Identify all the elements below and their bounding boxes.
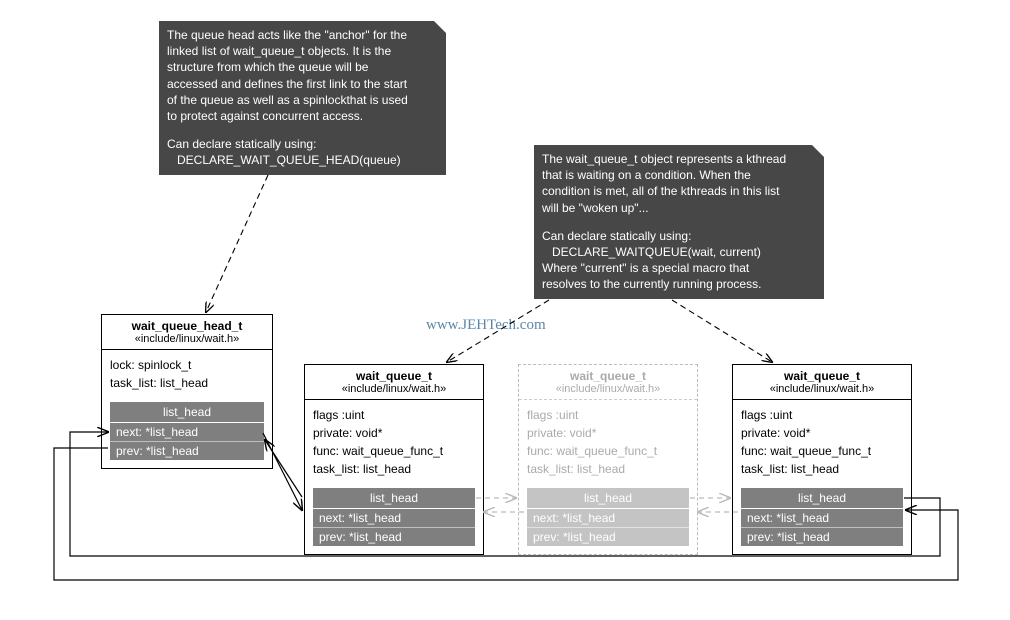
list-head-prev: prev: *list_head bbox=[313, 527, 475, 546]
list-head-next: next: *list_head bbox=[527, 509, 689, 527]
note-line: DECLARE_WAIT_QUEUE_HEAD(queue) bbox=[167, 152, 438, 168]
class-attrs: lock: spinlock_t task_list: list_head bbox=[102, 350, 272, 398]
class-wait-queue-t-2-faded: wait_queue_t «include/linux/wait.h» flag… bbox=[518, 364, 698, 555]
class-title: wait_queue_t bbox=[519, 365, 697, 383]
attr: task_list: list_head bbox=[110, 374, 264, 392]
inner-list-head: list_head next: *list_head prev: *list_h… bbox=[110, 402, 264, 460]
note-line: linked list of wait_queue_t objects. It … bbox=[167, 43, 438, 59]
note-arrow-head bbox=[206, 175, 268, 312]
note-queue-head: The queue head acts like the "anchor" fo… bbox=[159, 21, 446, 175]
note-line: accessed and defines the first link to t… bbox=[167, 76, 438, 92]
note-line: resolves to the currently running proces… bbox=[542, 276, 816, 292]
attr: flags :uint bbox=[741, 406, 903, 424]
class-attrs: flags :uint private: void* func: wait_qu… bbox=[733, 400, 911, 484]
attr: task_list: list_head bbox=[313, 460, 475, 478]
class-title: wait_queue_t bbox=[305, 365, 483, 383]
class-title: wait_queue_head_t bbox=[102, 315, 272, 333]
attr: func: wait_queue_func_t bbox=[741, 442, 903, 460]
inner-list-head: list_head next: *list_head prev: *list_h… bbox=[741, 488, 903, 546]
attr: task_list: list_head bbox=[527, 460, 689, 478]
note-line: condition is met, all of the kthreads in… bbox=[542, 183, 816, 199]
attr: private: void* bbox=[313, 424, 475, 442]
watermark: www.JEHTech.com bbox=[426, 317, 546, 334]
note-line: Can declare statically using: bbox=[167, 136, 438, 152]
class-attrs: flags :uint private: void* func: wait_qu… bbox=[305, 400, 483, 484]
note-wait-queue-t: The wait_queue_t object represents a kth… bbox=[534, 145, 824, 299]
note-line: DECLARE_WAITQUEUE(wait, current) bbox=[542, 244, 816, 260]
class-include: «include/linux/wait.h» bbox=[305, 383, 483, 400]
list-head-prev: prev: *list_head bbox=[741, 527, 903, 546]
attr: lock: spinlock_t bbox=[110, 356, 264, 374]
list-head-title: list_head bbox=[527, 488, 689, 509]
note-line: to protect against concurrent access. bbox=[167, 108, 438, 124]
class-include: «include/linux/wait.h» bbox=[519, 383, 697, 400]
class-include: «include/linux/wait.h» bbox=[102, 333, 272, 350]
list-head-next: next: *list_head bbox=[110, 423, 264, 441]
attr: private: void* bbox=[527, 424, 689, 442]
list-head-next: next: *list_head bbox=[313, 509, 475, 527]
note-line: The queue head acts like the "anchor" fo… bbox=[167, 27, 438, 43]
note-line: structure from which the queue will be bbox=[167, 59, 438, 75]
class-title: wait_queue_t bbox=[733, 365, 911, 383]
note-line: will be "woken up"... bbox=[542, 200, 816, 216]
list-head-prev: prev: *list_head bbox=[527, 527, 689, 546]
class-attrs: flags :uint private: void* func: wait_qu… bbox=[519, 400, 697, 484]
diagram-canvas: The queue head acts like the "anchor" fo… bbox=[0, 0, 1010, 620]
attr: flags :uint bbox=[527, 406, 689, 424]
list-head-prev: prev: *list_head bbox=[110, 441, 264, 460]
attr: task_list: list_head bbox=[741, 460, 903, 478]
list-head-title: list_head bbox=[110, 402, 264, 423]
inner-list-head: list_head next: *list_head prev: *list_h… bbox=[527, 488, 689, 546]
note-line: that is waiting on a condition. When the bbox=[542, 167, 816, 183]
attr: func: wait_queue_func_t bbox=[527, 442, 689, 460]
note-line: The wait_queue_t object represents a kth… bbox=[542, 151, 816, 167]
list-head-title: list_head bbox=[313, 488, 475, 509]
attr: flags :uint bbox=[313, 406, 475, 424]
class-wait-queue-t-3: wait_queue_t «include/linux/wait.h» flag… bbox=[732, 364, 912, 555]
note-line: of the queue as well as a spinlockthat i… bbox=[167, 92, 438, 108]
class-wait-queue-t-1: wait_queue_t «include/linux/wait.h» flag… bbox=[304, 364, 484, 555]
note-line: Can declare statically using: bbox=[542, 228, 816, 244]
attr: private: void* bbox=[741, 424, 903, 442]
attr: func: wait_queue_func_t bbox=[313, 442, 475, 460]
list-head-title: list_head bbox=[741, 488, 903, 509]
note-line: Where "current" is a special macro that bbox=[542, 260, 816, 276]
note-arrow-entry3 bbox=[672, 300, 772, 362]
inner-list-head: list_head next: *list_head prev: *list_h… bbox=[313, 488, 475, 546]
class-include: «include/linux/wait.h» bbox=[733, 383, 911, 400]
list-head-next: next: *list_head bbox=[741, 509, 903, 527]
class-wait-queue-head-t: wait_queue_head_t «include/linux/wait.h»… bbox=[101, 314, 273, 469]
